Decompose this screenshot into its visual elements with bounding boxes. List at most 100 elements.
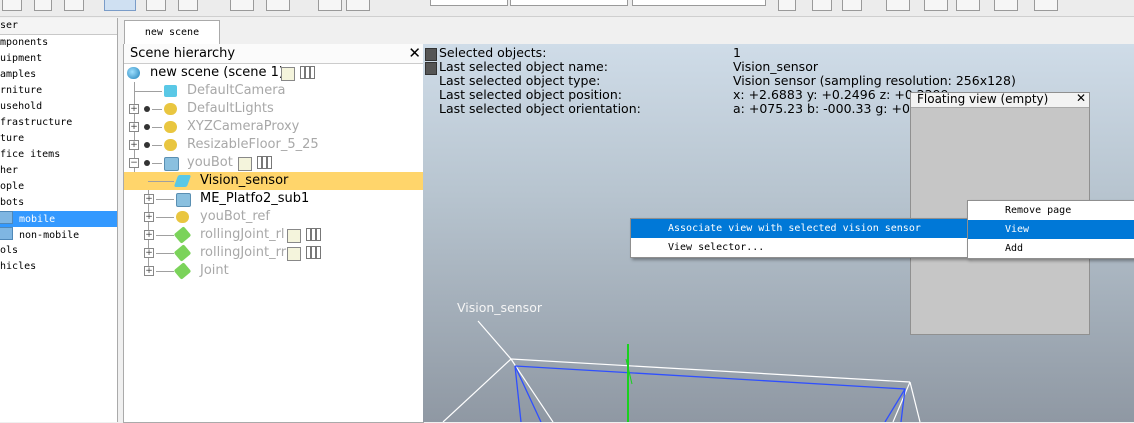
scene-hierarchy-header: Scene hierarchy ✕ [124,44,423,64]
toolbar-button[interactable] [886,0,910,11]
model-folder-item[interactable]: ffice items [0,147,117,163]
model-folder-label: ousehold [0,101,43,112]
hierarchy-item[interactable]: DefaultCamera [124,82,423,100]
expand-icon[interactable]: + [144,230,154,240]
expand-icon[interactable]: + [144,194,154,204]
floating-view-titlebar[interactable]: Floating view (empty) ✕ [911,91,1089,108]
menu-item-associate-view[interactable]: Associate view with selected vision sens… [631,219,967,238]
model-folder-item[interactable]: quipment [0,51,117,67]
toolbar-button[interactable] [318,0,342,11]
model-folder-item[interactable]: ther [0,163,117,179]
customization-icon[interactable] [306,246,321,259]
info-toggle-button[interactable] [425,48,437,61]
expand-icon[interactable]: + [129,122,139,132]
toolbar-button[interactable] [146,0,166,11]
joint-icon [173,226,192,244]
toolbar-button[interactable] [778,0,796,11]
hierarchy-item[interactable]: + ResizableFloor_5_25 [124,136,423,154]
script-icon[interactable] [287,229,301,243]
model-folder-label: ehicles [0,261,37,272]
expand-icon[interactable]: + [129,140,139,150]
model-browser: rser omponents quipment xamples urniture… [0,18,118,422]
model-folder-item[interactable]: urniture [0,83,117,99]
customization-icon[interactable] [257,156,272,169]
tab-new-scene[interactable]: new scene [124,20,220,45]
toolbar-button[interactable] [994,0,1018,11]
vision-sensor-icon [173,175,192,187]
toolbar-button[interactable] [34,0,52,11]
script-icon[interactable] [238,157,252,171]
toolbar-button[interactable] [266,0,290,11]
info-label: Selected objects: [439,45,547,60]
toolbar-button[interactable] [346,0,370,11]
toolbar-button[interactable] [812,0,832,11]
close-icon[interactable]: ✕ [1076,91,1086,105]
hierarchy-item-label: Joint [200,263,229,278]
toolbar-combo[interactable] [430,0,508,6]
menu-item-view[interactable]: View [968,220,1134,239]
model-folder-item-mobile[interactable]: mobile [0,211,117,227]
toolbar-button[interactable] [956,0,980,11]
scene-hierarchy-title: Scene hierarchy [130,46,236,61]
script-icon[interactable] [287,247,301,261]
model-folder-label: mobile [19,214,56,225]
expand-icon[interactable]: + [144,212,154,222]
hierarchy-item-label: youBot [187,155,233,170]
model-folder-item[interactable]: ehicles [0,259,117,275]
toolbar-button[interactable] [2,0,22,11]
hierarchy-item-youbot[interactable]: − youBot [124,154,423,172]
joint-icon [173,262,192,280]
hierarchy-item-label: DefaultLights [187,101,274,116]
model-folder-item[interactable]: nfrastructure [0,115,117,131]
visibility-dot-icon [144,124,150,130]
expand-icon[interactable]: + [129,104,139,114]
hierarchy-item[interactable]: + rollingJoint_rl [124,226,423,244]
model-folder-item[interactable]: omponents [0,35,117,51]
hierarchy-root-label: new scene (scene 1) [150,65,284,80]
model-folder-label: ature [0,133,25,144]
expand-icon[interactable]: + [144,266,154,276]
menu-item-remove-page[interactable]: Remove page [968,201,1134,220]
hierarchy-item[interactable]: + rollingJoint_rr [124,244,423,262]
model-folder-item[interactable]: ousehold [0,99,117,115]
vision-sensor-label: Vision_sensor [457,300,542,315]
expand-icon[interactable]: + [144,248,154,258]
pointer-tool-button[interactable] [104,0,136,11]
toolbar-button[interactable] [178,0,198,11]
hierarchy-root[interactable]: new scene (scene 1) [124,64,423,82]
hierarchy-item[interactable]: + ME_Platfo2_sub1 [124,190,423,208]
model-folder-label: eople [0,181,25,192]
toolbar-button[interactable] [1034,0,1058,11]
model-folder-label: nfrastructure [0,117,73,128]
toolbar-combo[interactable] [632,0,766,6]
model-folder-item-non-mobile[interactable]: non-mobile [0,227,117,243]
hierarchy-item-vision-sensor[interactable]: Vision_sensor [124,172,423,190]
model-folder-item[interactable]: ools [0,243,117,259]
menu-item-view-selector[interactable]: View selector... [631,238,967,257]
menu-item-add[interactable]: Add [968,239,1134,258]
model-folder-item[interactable]: ature [0,131,117,147]
model-folder-item[interactable]: obots [0,195,117,211]
toolbar-combo[interactable] [510,0,628,6]
model-folder-label: urniture [0,85,43,96]
hierarchy-item-label: rollingJoint_rr [200,245,287,260]
hierarchy-item[interactable]: + DefaultLights [124,100,423,118]
hierarchy-item[interactable]: + Joint [124,262,423,280]
dummy-icon [176,211,189,223]
hierarchy-item[interactable]: + XYZCameraProxy [124,118,423,136]
model-folder-item[interactable]: xamples [0,67,117,83]
hierarchy-item[interactable]: + youBot_ref [124,208,423,226]
info-value: 1 [733,45,741,60]
info-label: Last selected object type: [439,73,601,88]
script-icon[interactable] [281,67,295,81]
toolbar-button[interactable] [842,0,862,11]
model-folder-item[interactable]: eople [0,179,117,195]
customization-icon[interactable] [300,66,315,79]
toolbar-button[interactable] [924,0,948,11]
toolbar-button[interactable] [64,0,84,11]
close-icon[interactable]: ✕ [408,44,421,62]
info-toggle-button[interactable] [425,62,437,75]
collapse-icon[interactable]: − [129,158,139,168]
toolbar-button[interactable] [230,0,254,11]
customization-icon[interactable] [306,228,321,241]
